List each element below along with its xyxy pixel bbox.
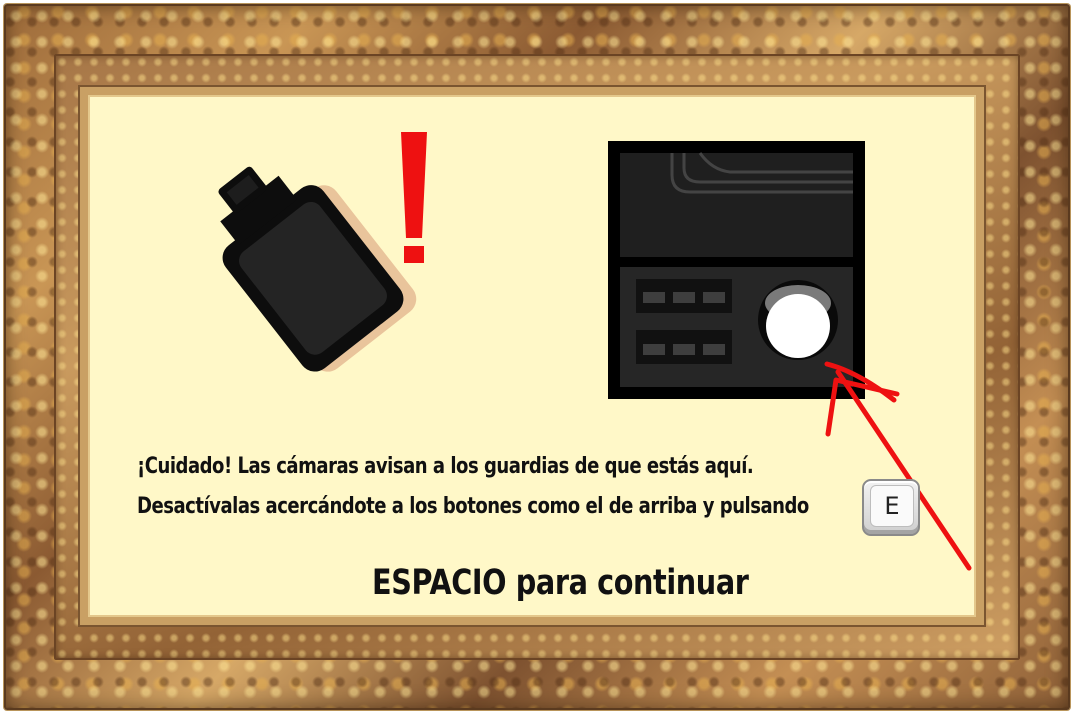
tutorial-illustration — [218, 132, 972, 571]
continue-prompt[interactable]: ESPACIO para continuar — [372, 563, 749, 603]
keyboard-key-e-icon: E — [862, 479, 920, 536]
camera-control-panel-icon — [608, 141, 865, 399]
tutorial-message-line-1: ¡Cuidado! Las cámaras avisan a los guard… — [137, 454, 754, 479]
exclamation-mark-icon — [401, 132, 427, 263]
security-camera-icon — [218, 166, 417, 372]
tutorial-message-line-2: Desactívalas acercándote a los botones c… — [137, 494, 809, 519]
disable-button-icon — [758, 280, 838, 360]
key-label: E — [870, 485, 914, 527]
